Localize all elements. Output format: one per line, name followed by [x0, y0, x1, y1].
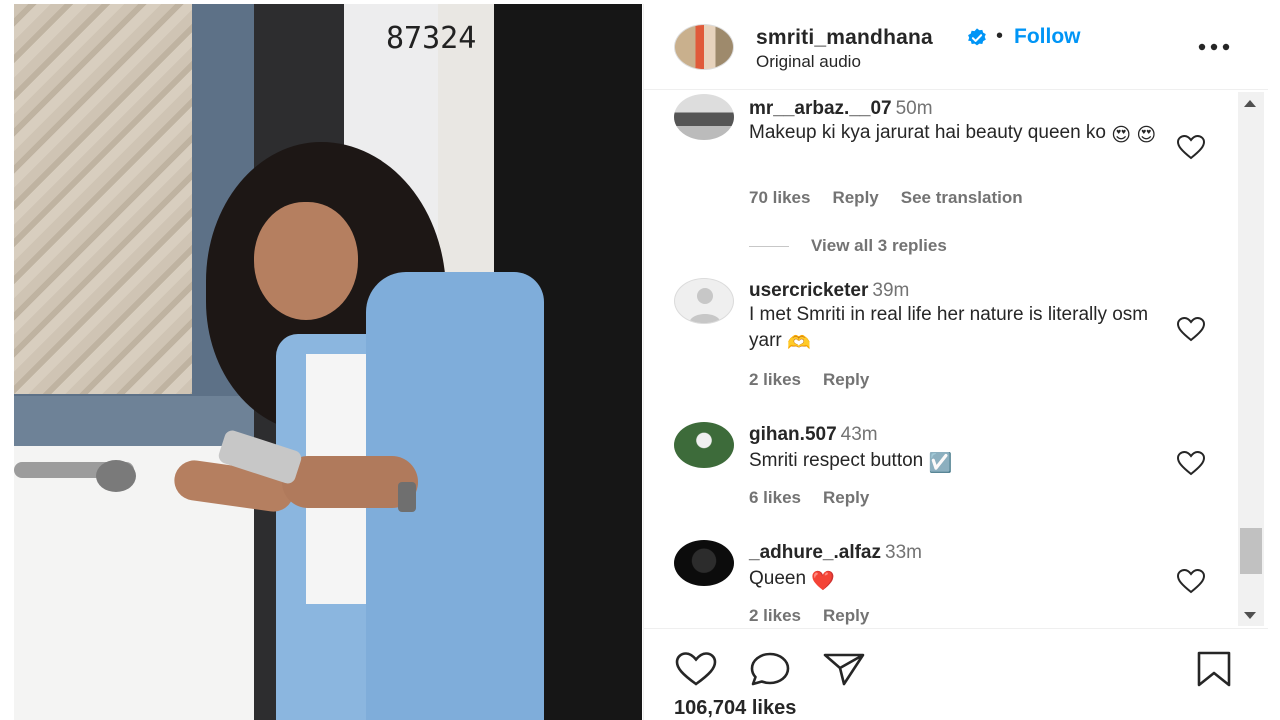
more-options-icon[interactable] [1197, 42, 1231, 52]
verified-badge-icon [968, 28, 986, 46]
comment-username[interactable]: usercricketer 39m [749, 280, 909, 302]
comment-emoji: ❤️ [811, 571, 835, 592]
view-replies-label[interactable]: View all 3 replies [811, 236, 947, 255]
comment-likes[interactable]: 2 likes [749, 606, 801, 625]
comment-like-heart-icon[interactable] [1176, 568, 1206, 594]
window-sill [14, 396, 254, 446]
comment-likes[interactable]: 6 likes [749, 488, 801, 507]
comment-time: 50m [895, 98, 933, 119]
bookmark-save-icon[interactable] [1192, 651, 1236, 687]
comment-username-text[interactable]: mr__arbaz.__07 [749, 98, 892, 119]
commenter-avatar[interactable] [674, 278, 734, 324]
comment-time: 33m [885, 542, 922, 563]
reply-button[interactable]: Reply [823, 488, 869, 507]
post-likes-count[interactable]: 106,704 likes [674, 697, 796, 720]
door-knob [96, 460, 136, 492]
comment-time: 39m [872, 280, 910, 301]
post-sidebar: smriti_mandhana • Follow Original audio … [643, 4, 1268, 720]
audio-label[interactable]: Original audio [756, 52, 861, 72]
comment-text: I met Smriti in real life her nature is … [749, 302, 1169, 357]
post-media[interactable]: 87324 [14, 4, 642, 720]
comment-time: 43m [840, 424, 878, 445]
comments-list[interactable]: mr__arbaz.__07 50m Makeup ki kya jarurat … [644, 90, 1268, 628]
view-replies-button[interactable]: View all 3 replies [749, 236, 947, 256]
scrollbar-thumb[interactable] [1240, 528, 1262, 574]
comment-like-heart-icon[interactable] [1176, 316, 1206, 342]
see-translation-button[interactable]: See translation [901, 188, 1023, 207]
comment-username-text[interactable]: usercricketer [749, 280, 868, 301]
comment-text: Makeup ki kya jarurat hai beauty queen k… [749, 120, 1169, 149]
commenter-avatar[interactable] [674, 540, 734, 586]
comment-username[interactable]: gihan.507 43m [749, 424, 878, 446]
comment-emoji: 😍 😍 [1111, 125, 1157, 146]
comment-text: Queen ❤️ [749, 566, 1169, 595]
follow-button[interactable]: Follow [1014, 25, 1081, 49]
reply-button[interactable]: Reply [823, 606, 869, 625]
commenter-avatar[interactable] [674, 422, 734, 468]
comment-likes[interactable]: 2 likes [749, 370, 801, 389]
wrist-watch [398, 482, 416, 512]
comment-username-text[interactable]: gihan.507 [749, 424, 837, 445]
comment-emoji: ☑️ [928, 453, 953, 474]
reply-button[interactable]: Reply [832, 188, 878, 207]
replies-divider [749, 246, 789, 248]
author-username[interactable]: smriti_mandhana [756, 26, 933, 50]
comment-likes[interactable]: 70 likes [749, 188, 810, 207]
comment-emoji: 🫶 [787, 333, 811, 354]
post-actions: 106,704 likes [644, 628, 1268, 720]
comment-username[interactable]: mr__arbaz.__07 50m [749, 98, 933, 120]
separator-dot: • [996, 25, 1004, 47]
window-curtain [14, 4, 192, 394]
comments-scrollbar[interactable] [1238, 92, 1264, 626]
comment-meta: 2 likes Reply [749, 370, 891, 390]
house-number: 87324 [386, 18, 476, 60]
scroll-up-arrow-icon[interactable] [1244, 100, 1256, 107]
comment-meta: 6 likes Reply [749, 488, 891, 508]
comment-body: Queen [749, 568, 807, 589]
scroll-down-arrow-icon[interactable] [1244, 612, 1256, 619]
post-header: smriti_mandhana • Follow Original audio [644, 4, 1268, 90]
comment-like-heart-icon[interactable] [1176, 134, 1206, 160]
paper-plane-share-icon[interactable] [822, 651, 866, 687]
author-avatar[interactable] [674, 24, 734, 70]
comment-meta: 70 likes Reply See translation [749, 188, 1045, 208]
comment-username-text[interactable]: _adhure_.alfaz [749, 542, 881, 563]
comment-body: Smriti respect button [749, 450, 924, 471]
comment-like-heart-icon[interactable] [1176, 450, 1206, 476]
commenter-avatar[interactable] [674, 94, 734, 140]
person-face [254, 202, 358, 320]
comment-text: Smriti respect button ☑️ [749, 448, 1169, 477]
like-heart-icon[interactable] [674, 651, 718, 687]
comment-body: Makeup ki kya jarurat hai beauty queen k… [749, 122, 1106, 143]
reply-button[interactable]: Reply [823, 370, 869, 389]
comment-username[interactable]: _adhure_.alfaz 33m [749, 542, 922, 564]
comment-bubble-icon[interactable] [748, 651, 792, 687]
default-avatar-icon [689, 288, 721, 323]
comment-meta: 2 likes Reply [749, 606, 891, 626]
